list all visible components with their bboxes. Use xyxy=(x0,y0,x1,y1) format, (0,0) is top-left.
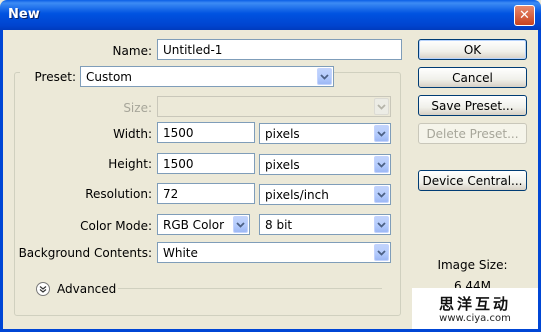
title-bar[interactable]: New ✕ xyxy=(0,0,541,30)
dialog-title: New xyxy=(8,7,40,22)
chevron-down-icon[interactable] xyxy=(233,216,248,233)
image-size-label: Image Size: xyxy=(437,258,508,272)
resolution-label: Resolution: xyxy=(85,187,152,201)
watermark-url: www.ciya.com xyxy=(439,313,511,324)
background-contents-value: White xyxy=(163,246,198,260)
advanced-divider xyxy=(118,288,382,289)
color-mode-label: Color Mode: xyxy=(80,219,152,233)
name-label: Name: xyxy=(112,44,152,58)
size-label: Size: xyxy=(123,101,152,115)
resolution-unit-value: pixels/inch xyxy=(265,188,329,202)
height-input[interactable]: 1500 xyxy=(157,153,255,174)
watermark-text: 思洋互动 xyxy=(438,295,511,313)
device-central-button[interactable]: Device Central... xyxy=(418,170,527,191)
advanced-expand-icon[interactable] xyxy=(36,282,50,296)
preset-dropdown-value: Custom xyxy=(86,70,132,84)
background-contents-label: Background Contents: xyxy=(18,246,152,260)
bit-depth-value: 8 bit xyxy=(265,218,293,232)
chevron-down-icon[interactable] xyxy=(374,156,389,173)
width-input[interactable]: 1500 xyxy=(157,122,255,143)
advanced-label[interactable]: Advanced xyxy=(57,282,116,296)
watermark: 思洋互动 www.ciya.com xyxy=(412,288,538,329)
color-mode-dropdown[interactable]: RGB Color xyxy=(157,214,250,235)
resolution-input[interactable]: 72 xyxy=(157,183,255,204)
chevron-down-icon[interactable] xyxy=(374,186,389,203)
chevron-down-icon[interactable] xyxy=(374,216,389,233)
background-contents-dropdown[interactable]: White xyxy=(157,242,391,263)
width-unit-dropdown[interactable]: pixels xyxy=(259,123,391,144)
chevron-down-icon xyxy=(374,98,389,115)
resolution-unit-dropdown[interactable]: pixels/inch xyxy=(259,184,391,205)
close-icon: ✕ xyxy=(519,8,530,23)
delete-preset-button: Delete Preset... xyxy=(418,123,527,144)
bit-depth-dropdown[interactable]: 8 bit xyxy=(259,214,391,235)
cancel-button[interactable]: Cancel xyxy=(418,67,527,88)
height-unit-value: pixels xyxy=(265,158,300,172)
chevron-down-icon[interactable] xyxy=(317,68,332,85)
width-unit-value: pixels xyxy=(265,127,300,141)
window-frame-left xyxy=(0,30,3,332)
ok-button[interactable]: OK xyxy=(418,39,527,60)
name-input[interactable]: Untitled-1 xyxy=(157,39,402,60)
height-label: Height: xyxy=(108,157,152,171)
save-preset-button[interactable]: Save Preset... xyxy=(418,95,527,116)
chevron-down-icon[interactable] xyxy=(374,125,389,142)
close-button[interactable]: ✕ xyxy=(514,5,535,26)
preset-dropdown[interactable]: Custom xyxy=(80,66,334,87)
size-dropdown xyxy=(157,96,391,117)
width-label: Width: xyxy=(113,127,152,141)
height-unit-dropdown[interactable]: pixels xyxy=(259,154,391,175)
chevron-down-icon[interactable] xyxy=(374,244,389,261)
new-document-dialog: New ✕ Name: Untitled-1 Preset: Custom Si… xyxy=(0,0,541,332)
color-mode-value: RGB Color xyxy=(163,218,225,232)
preset-label: Preset: xyxy=(34,70,76,84)
